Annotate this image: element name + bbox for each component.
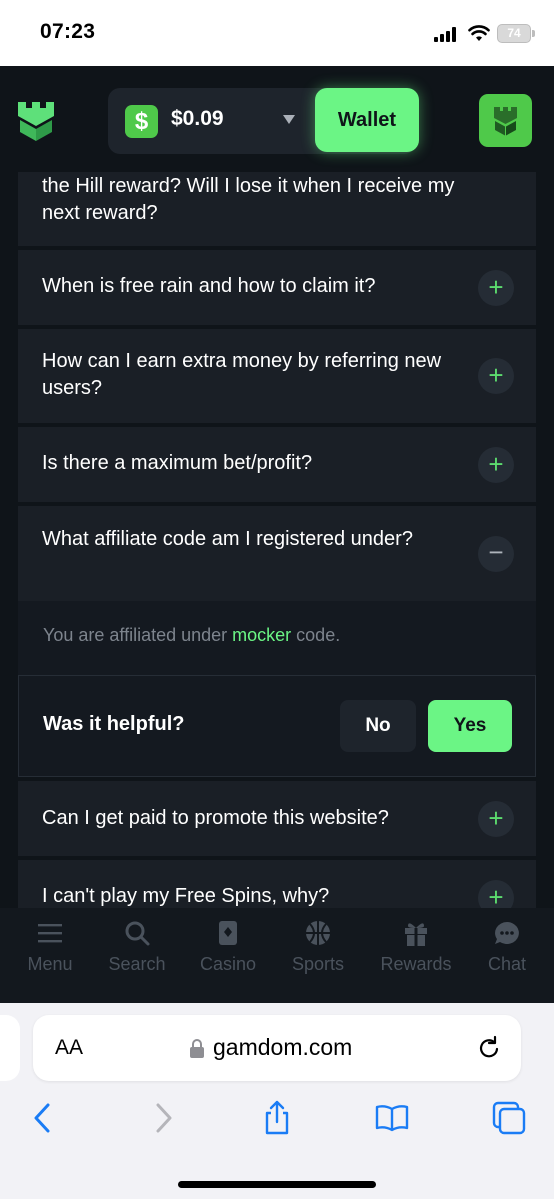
casino-icon (219, 921, 237, 945)
faq-item[interactable]: When is free rain and how to claim it? + (18, 250, 536, 325)
forward-icon[interactable] (144, 1100, 180, 1136)
lock-icon (190, 1039, 204, 1058)
no-button[interactable]: No (340, 700, 416, 752)
expand-icon[interactable]: + (478, 801, 514, 837)
nav-label: Chat (487, 954, 527, 974)
status-bar: 07:23 74 (0, 0, 554, 66)
address-bar[interactable]: AA gamdom.com (33, 1015, 521, 1081)
balance-amount: $0.09 (171, 107, 224, 130)
menu-icon (38, 924, 62, 943)
helpful-label: Was it helpful? (43, 713, 185, 735)
nav-label: Rewards (380, 954, 452, 974)
nav-rewards[interactable]: Rewards (371, 918, 461, 975)
nav-label: Casino (199, 954, 257, 974)
tabs-icon[interactable] (491, 1100, 527, 1136)
faq-item-expanded[interactable]: What affiliate code am I registered unde… (18, 506, 536, 601)
faq-question: the Hill reward? Will I lose it when I r… (42, 175, 455, 224)
share-icon[interactable] (259, 1100, 295, 1136)
faq-answer: You are affiliated under mocker code. Wa… (18, 601, 536, 777)
faq-question: Can I get paid to promote this website? (42, 807, 389, 829)
faq-question: How can I earn extra money by referring … (42, 350, 442, 399)
chat-icon (495, 922, 519, 944)
reload-icon[interactable] (476, 1035, 502, 1061)
home-indicator (178, 1181, 376, 1188)
affiliate-code: mocker (232, 625, 292, 645)
expand-icon[interactable]: + (478, 270, 514, 306)
expand-icon[interactable]: + (478, 447, 514, 483)
answer-suffix: code. (291, 625, 341, 645)
status-time: 07:23 (40, 20, 96, 43)
currency-icon: $ (125, 105, 158, 138)
bottom-nav: Menu Search Casino Sports Rewards Chat (0, 908, 554, 1003)
faq-item[interactable]: Can I get paid to promote this website? … (18, 781, 536, 856)
back-icon[interactable] (26, 1100, 62, 1136)
nav-casino[interactable]: Casino (183, 918, 273, 975)
gift-icon (405, 923, 427, 946)
nav-label: Menu (27, 954, 73, 974)
faq-question: I can't play my Free Spins, why? (42, 885, 330, 907)
faq-item[interactable]: How can I earn extra money by referring … (18, 329, 536, 423)
gamdom-logo-icon[interactable] (16, 100, 56, 142)
url-text[interactable]: gamdom.com (213, 1034, 352, 1061)
collapse-icon[interactable]: − (478, 536, 514, 572)
sports-icon (306, 921, 330, 945)
app-area: the Hill reward? Will I lose it when I r… (0, 66, 554, 1003)
helpful-feedback: Was it helpful? No Yes (18, 675, 536, 777)
top-header: $ $0.09 Wallet (0, 66, 554, 172)
yes-button[interactable]: Yes (428, 700, 512, 752)
reader-settings-button[interactable]: AA (55, 1036, 83, 1060)
nav-sports[interactable]: Sports (273, 918, 363, 975)
chevron-down-icon[interactable] (283, 115, 295, 124)
faq-item[interactable]: Is there a maximum bet/profit? + (18, 427, 536, 502)
nav-label: Search (108, 954, 166, 974)
browser-toolbar: AA gamdom.com (0, 1003, 554, 1199)
search-icon (125, 921, 150, 946)
nav-label: Sports (291, 954, 345, 974)
battery-icon: 74 (497, 24, 535, 43)
expand-icon[interactable]: + (478, 358, 514, 394)
nav-menu[interactable]: Menu (5, 918, 95, 975)
nav-search[interactable]: Search (92, 918, 182, 975)
answer-prefix: You are affiliated under (43, 625, 233, 645)
wifi-icon (468, 25, 490, 41)
bookmarks-icon[interactable] (374, 1100, 410, 1136)
avatar[interactable] (479, 94, 532, 147)
faq-question: When is free rain and how to claim it? (42, 275, 376, 297)
faq-question: What affiliate code am I registered unde… (42, 528, 413, 550)
nav-chat[interactable]: Chat (462, 918, 552, 975)
wallet-button[interactable]: Wallet (315, 88, 419, 152)
faq-question: Is there a maximum bet/profit? (42, 452, 313, 474)
avatar-logo-icon (494, 107, 517, 136)
answer-text: You are affiliated under mocker code. (43, 625, 340, 646)
cellular-signal-icon (434, 27, 460, 42)
previous-tab[interactable] (0, 1015, 20, 1081)
